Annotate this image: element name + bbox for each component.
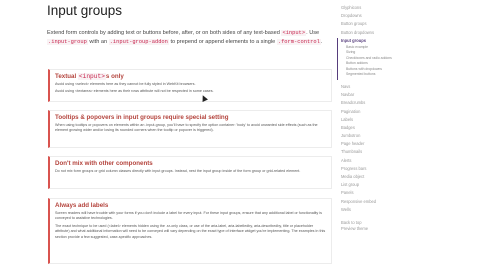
- callout-heading: Don't mix with other components: [55, 160, 153, 167]
- sidebar-item-input-groups[interactable]: Input groups: [341, 37, 441, 45]
- page-title: Input groups: [47, 3, 123, 18]
- sidebar-item-badges[interactable]: Badges: [341, 124, 441, 132]
- callout-tooltips-popovers: Tooltips & popovers in input groups requ…: [48, 110, 332, 148]
- callout-heading: Always add labels: [55, 202, 109, 209]
- sidebar-item-page-header[interactable]: Page header: [341, 140, 441, 148]
- callout-dont-mix: Don't mix with other components Do not m…: [48, 156, 332, 189]
- sidebar-item-navs[interactable]: Navs: [341, 83, 441, 91]
- sidebar-item-wells[interactable]: Wells: [341, 206, 441, 214]
- callout-text: Avoid using <select> elements here as th…: [55, 82, 196, 86]
- sidebar-item-dropdowns[interactable]: Dropdowns: [341, 12, 441, 20]
- callout-text: When using tooltips or popovers on eleme…: [55, 123, 318, 133]
- sidebar-item-responsive-embed[interactable]: Responsive embed: [341, 198, 441, 206]
- sidebar-item-breadcrumbs[interactable]: Breadcrumbs: [341, 99, 441, 107]
- sidebar-item-pagination[interactable]: Pagination: [341, 108, 441, 116]
- preview-theme-link[interactable]: Preview theme: [341, 226, 441, 233]
- code-form-control: .form-control: [276, 39, 321, 46]
- callout-heading: Tooltips & popovers in input groups requ…: [55, 114, 229, 121]
- code-input-group: .input-group: [47, 39, 88, 46]
- sidebar-item-navbar[interactable]: Navbar: [341, 91, 441, 99]
- sidebar-item-alerts[interactable]: Alerts: [341, 157, 441, 165]
- sidebar-subitem-segmented-buttons[interactable]: Segmented buttons: [341, 72, 441, 78]
- sidebar-item-progress-bars[interactable]: Progress bars: [341, 165, 441, 173]
- callout-text: Do not mix form groups or grid column cl…: [55, 169, 301, 173]
- sidebar-item-jumbotron[interactable]: Jumbotron: [341, 132, 441, 140]
- intro-paragraph: Extend form controls by adding text or b…: [47, 30, 323, 46]
- sidebar-item-labels[interactable]: Labels: [341, 116, 441, 124]
- sidebar-item-panels[interactable]: Panels: [341, 189, 441, 197]
- callout-heading: Textual <input>s only: [55, 73, 124, 80]
- callout-text: Avoid using <textarea> elements here as …: [55, 89, 214, 94]
- sidebar-item-media-object[interactable]: Media object: [341, 173, 441, 181]
- sidebar-item-list-group[interactable]: List group: [341, 181, 441, 189]
- active-indicator: [337, 37, 338, 80]
- callout-text: Screen readers will have trouble with yo…: [55, 211, 322, 221]
- code-input: <input>: [281, 30, 307, 36]
- sidebar-item-glyphicons[interactable]: Glyphicons: [341, 4, 441, 12]
- callout-always-add-labels: Always add labels Screen readers will ha…: [48, 198, 332, 264]
- callout-textual-inputs: Textual <input>s only Avoid using <selec…: [48, 69, 332, 102]
- sidebar-item-button-groups[interactable]: Button groups: [341, 20, 441, 28]
- sidebar-item-button-dropdowns[interactable]: Button dropdowns: [341, 29, 441, 37]
- sidebar-item-thumbnails[interactable]: Thumbnails: [341, 148, 441, 156]
- callout-text: The exact technique to be used (<label> …: [55, 223, 326, 239]
- code-input-group-addon: .input-group-addon: [108, 39, 169, 46]
- docs-sidebar-nav: Glyphicons Dropdowns Button groups Butto…: [337, 4, 441, 233]
